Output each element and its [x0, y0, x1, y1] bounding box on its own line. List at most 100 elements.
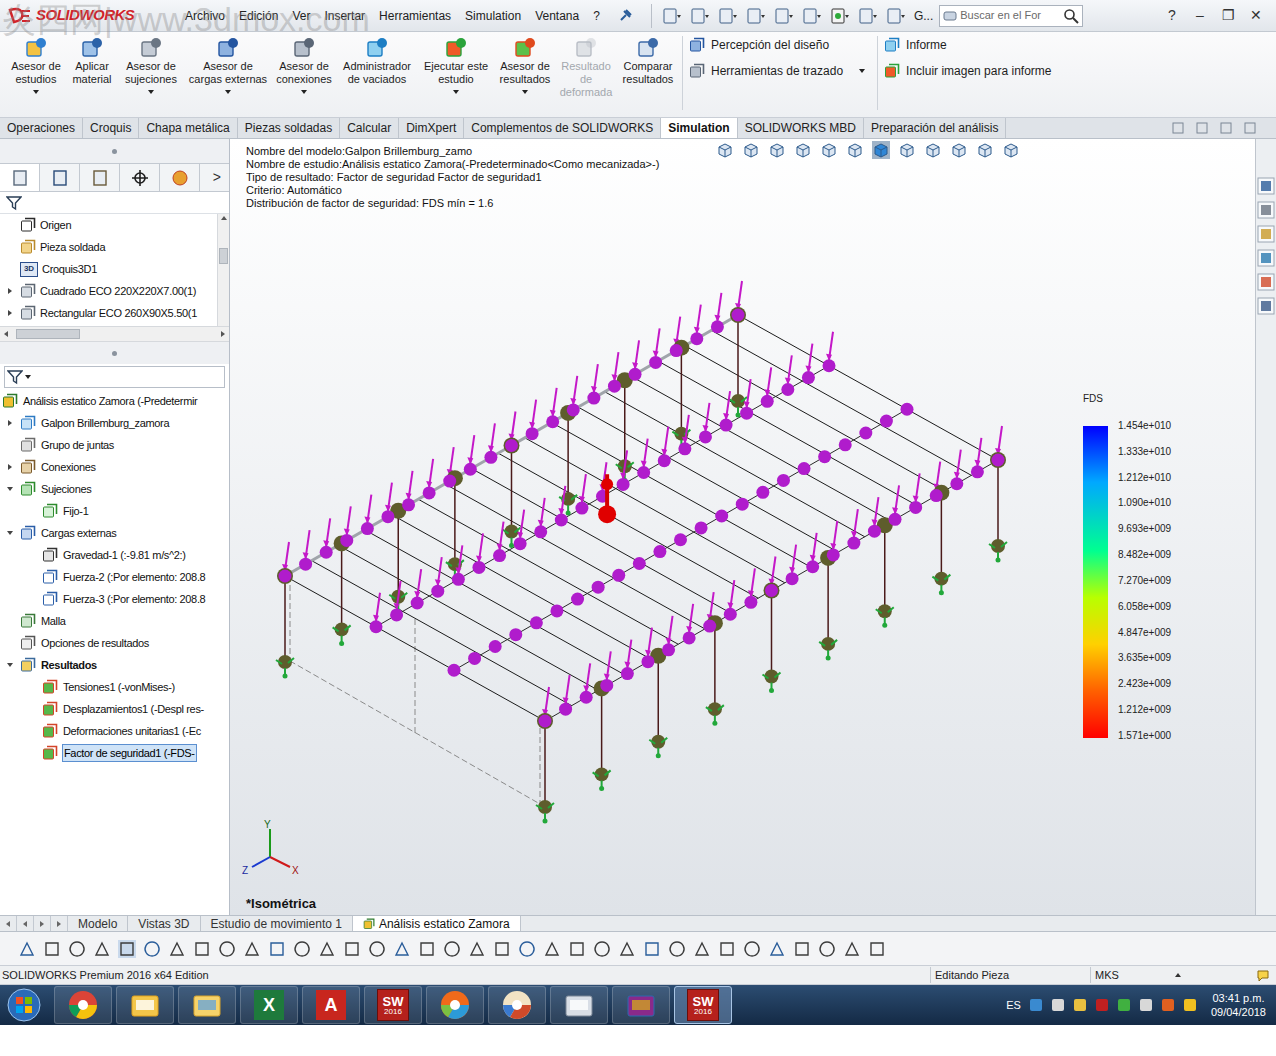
ribbon-dropdown-caret[interactable] [33, 90, 39, 94]
expand-arrow-icon[interactable] [5, 462, 15, 472]
view-tool-icon[interactable] [898, 141, 916, 159]
quick-access-icon[interactable] [886, 7, 906, 25]
ribbon-dropdown-caret[interactable] [301, 90, 307, 94]
tab-scroll-button[interactable] [51, 916, 68, 931]
ribbon-button[interactable]: Asesor deconexiones [273, 36, 335, 94]
menu-item[interactable]: Archivo [178, 7, 232, 25]
simulation-tree-item[interactable]: Grupo de juntas [0, 434, 229, 456]
tab-scroll-button[interactable] [17, 916, 34, 931]
simulation-tree-item[interactable]: Factor de seguridad1 (-FDS- [0, 742, 229, 764]
taskbar-app[interactable] [54, 986, 112, 1024]
tray-icon[interactable] [1095, 998, 1109, 1012]
ribbon-button[interactable]: Asesor decargas externas [185, 36, 271, 94]
document-tab[interactable]: Estudio de movimiento 1 [201, 916, 353, 931]
tray-icon[interactable] [1051, 998, 1065, 1012]
menu-item[interactable]: Edición [232, 7, 285, 25]
mdi-control-icon[interactable] [1220, 122, 1232, 134]
panel-splitter[interactable] [0, 139, 229, 163]
vertical-scrollbar[interactable] [217, 214, 229, 326]
document-tab[interactable]: Modelo [68, 916, 128, 931]
toolbar-icon[interactable] [618, 940, 636, 958]
toolbar-icon[interactable] [718, 940, 736, 958]
feature-tree-item[interactable]: Origen [0, 214, 217, 236]
simulation-tree-item[interactable]: Cargas externas [0, 522, 229, 544]
toolbar-icon[interactable] [443, 940, 461, 958]
toolbar-icon[interactable] [468, 940, 486, 958]
command-tab[interactable]: SOLIDWORKS MBD [738, 118, 864, 138]
view-tool-icon[interactable] [872, 141, 890, 159]
toolbar-icon[interactable] [843, 940, 861, 958]
search-box[interactable]: Buscar en el For [939, 5, 1083, 27]
quick-access-icon[interactable] [802, 7, 822, 25]
simulation-tree-item[interactable]: Desplazamientos1 (-Despl res- [0, 698, 229, 720]
window-control[interactable]: ✕ [1242, 5, 1270, 26]
toolbar-icon[interactable] [518, 940, 536, 958]
view-tool-icon[interactable] [742, 141, 760, 159]
taskbar-app[interactable]: X [240, 986, 298, 1024]
toolbar-icon[interactable] [218, 940, 236, 958]
view-tool-icon[interactable] [846, 141, 864, 159]
taskbar-app[interactable]: A [302, 986, 360, 1024]
command-tab[interactable]: Preparación del análisis [864, 118, 1006, 138]
feature-tree-item[interactable]: 3DCroquis3D1 [0, 258, 217, 280]
toolbar-icon[interactable] [268, 940, 286, 958]
view-tool-icon[interactable] [820, 141, 838, 159]
toolbar-icon[interactable] [143, 940, 161, 958]
quick-access-icon[interactable] [858, 7, 878, 25]
sim-tree-filter[interactable] [0, 364, 229, 390]
quick-access-icon[interactable] [718, 7, 738, 25]
tree-filter[interactable] [0, 192, 229, 214]
ribbon-button[interactable]: Ejecutar esteestudio [419, 36, 493, 94]
toolbar-icon[interactable] [343, 940, 361, 958]
tray-icon[interactable] [1183, 998, 1197, 1012]
menu-item[interactable]: Herramientas [372, 7, 458, 25]
task-pane-icon[interactable] [1257, 225, 1275, 243]
quick-access-icon[interactable] [690, 7, 710, 25]
simulation-tree-item[interactable]: Fijo-1 [0, 500, 229, 522]
view-tool-icon[interactable] [716, 141, 734, 159]
toolbar-icon[interactable] [193, 940, 211, 958]
tab-scroll-button[interactable] [0, 916, 17, 931]
expand-arrow-icon[interactable] [5, 418, 15, 428]
command-tab[interactable]: Chapa metálica [139, 118, 237, 138]
mdi-control-icon[interactable] [1172, 122, 1184, 134]
command-tab[interactable]: Complementos de SOLIDWORKS [464, 118, 661, 138]
toolbar-icon[interactable] [293, 940, 311, 958]
status-units[interactable]: MKS [1090, 967, 1240, 984]
quick-access-more[interactable]: G... [914, 7, 933, 25]
menu-item[interactable]: ? [586, 7, 607, 25]
feature-tree-item[interactable]: Rectangular ECO 260X90X5.50(1 [0, 302, 217, 324]
panel-tab[interactable] [0, 164, 40, 191]
view-tool-icon[interactable] [794, 141, 812, 159]
ribbon-dropdown-caret[interactable] [522, 90, 528, 94]
toolbar-icon[interactable] [318, 940, 336, 958]
filter-icon[interactable] [6, 195, 22, 211]
toolbar-icon[interactable] [68, 940, 86, 958]
ribbon-small-button[interactable]: Incluir imagen para informe [884, 62, 1051, 80]
mdi-control-icon[interactable] [1196, 122, 1208, 134]
tray-icon[interactable] [1161, 998, 1175, 1012]
panel-tab[interactable] [40, 164, 80, 191]
panel-tab[interactable] [160, 164, 200, 191]
toolbar-icon[interactable] [168, 940, 186, 958]
toolbar-icon[interactable] [93, 940, 111, 958]
window-control[interactable]: ❐ [1214, 5, 1242, 26]
quick-access-icon[interactable] [830, 7, 850, 25]
document-tab[interactable]: Vistas 3D [128, 916, 200, 931]
simulation-tree-item[interactable]: Deformaciones unitarias1 (-Ec [0, 720, 229, 742]
panel-tabs-more[interactable]: > [213, 167, 229, 188]
view-tool-icon[interactable] [976, 141, 994, 159]
ribbon-dropdown-caret[interactable] [225, 90, 231, 94]
tray-icon[interactable] [1117, 998, 1131, 1012]
feature-tree-item[interactable]: Pieza soldada [0, 236, 217, 258]
menu-item[interactable]: Simulation [458, 7, 528, 25]
toolbar-icon[interactable] [543, 940, 561, 958]
window-control[interactable]: ? [1158, 5, 1186, 26]
view-tool-icon[interactable] [924, 141, 942, 159]
simulation-tree-item[interactable]: Sujeciones [0, 478, 229, 500]
ribbon-button[interactable]: Resultadodedeformada [557, 36, 615, 99]
panel-tab[interactable] [120, 164, 160, 191]
document-tab[interactable]: Análisis estatico Zamora [353, 916, 521, 931]
simulation-tree-item[interactable]: Opciones de resultados [0, 632, 229, 654]
ribbon-small-button[interactable]: Informe [884, 36, 1051, 54]
